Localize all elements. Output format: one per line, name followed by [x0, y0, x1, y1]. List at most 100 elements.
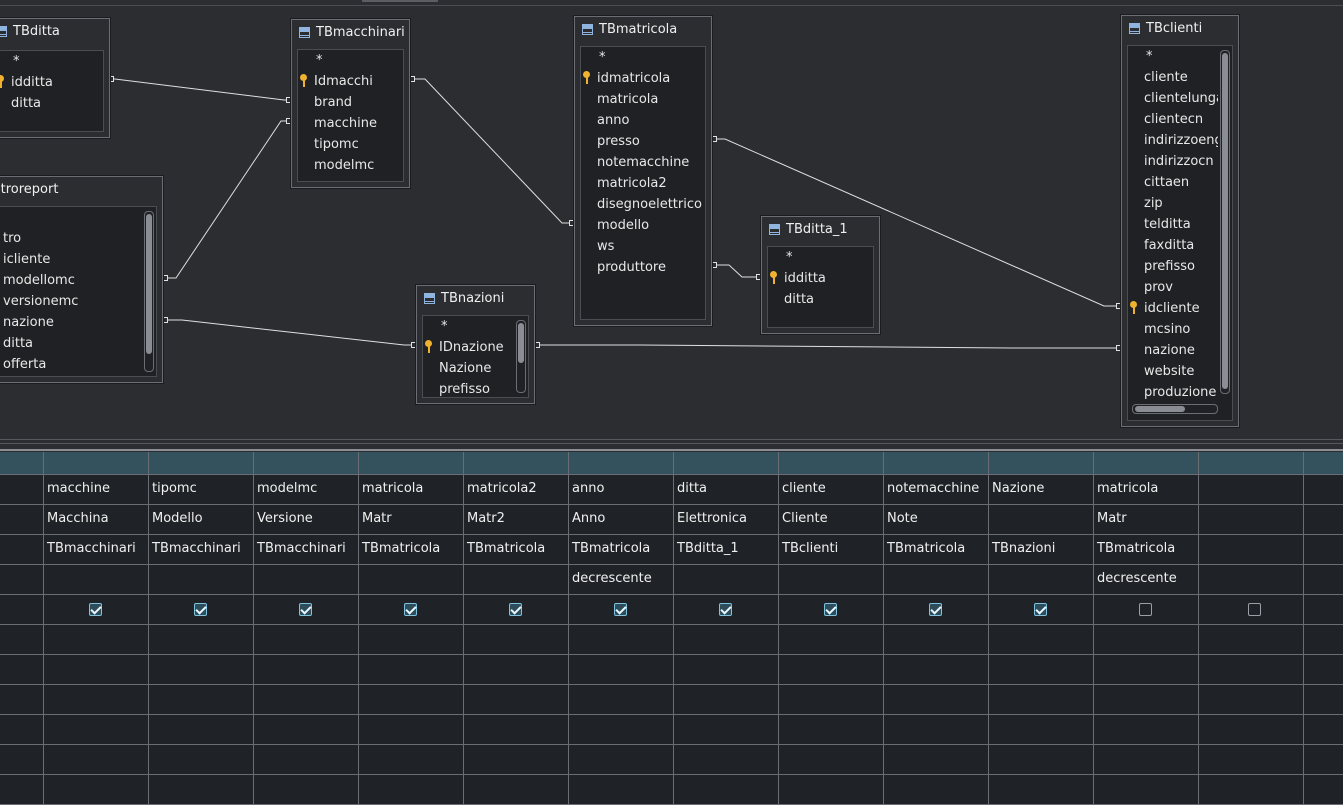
field-item[interactable]: prefisso	[1128, 256, 1218, 277]
grid-cell-table[interactable]: TBmatricola	[569, 534, 672, 564]
visible-checkbox[interactable]	[403, 603, 417, 616]
field-item[interactable]: prov	[1128, 277, 1218, 298]
table-header[interactable]: TBmacchinari	[292, 20, 409, 46]
table-header[interactable]: TBditta	[0, 19, 109, 45]
table-window-tbditta[interactable]: TBditta * idditta ditta	[0, 18, 110, 138]
field-item[interactable]: *	[768, 247, 873, 268]
field-item[interactable]: produzione	[1128, 382, 1218, 402]
field-item[interactable]: disegnoelettrico	[581, 194, 705, 215]
grid-cell-sort[interactable]	[359, 564, 462, 594]
grid-cell-table[interactable]: TBmacchinari	[254, 534, 357, 564]
visible-checkbox[interactable]	[508, 603, 522, 616]
field-item[interactable]: macchine	[298, 113, 403, 134]
grid-cell-field[interactable]: Nazione	[989, 474, 1092, 504]
grid-cell-field[interactable]: modelmc	[254, 474, 357, 504]
grid-cell-field[interactable]: matricola2	[464, 474, 567, 504]
field-item-key[interactable]: idditta	[768, 268, 873, 289]
grid-cell-field[interactable]: matricola	[1094, 474, 1197, 504]
field-list[interactable]: * IDnazione Nazione prefisso	[422, 315, 529, 398]
table-header[interactable]: TBclienti	[1122, 16, 1238, 42]
grid-cell-table[interactable]: TBditta_1	[674, 534, 777, 564]
grid-column-header-row[interactable]	[0, 452, 1343, 474]
field-item[interactable]: website	[1128, 361, 1218, 382]
field-list[interactable]: * idmatricola matricola anno presso note…	[580, 46, 706, 320]
field-item[interactable]: clientelunga	[1128, 88, 1218, 109]
table-window-filtroreport[interactable]: ltroreport tro icliente modellomc versio…	[0, 176, 163, 383]
field-item[interactable]: *	[581, 47, 705, 68]
grid-cell-alias[interactable]: Elettronica	[674, 504, 777, 534]
visible-checkbox[interactable]	[193, 603, 207, 616]
grid-cell-field[interactable]	[1199, 474, 1302, 504]
grid-cell-field[interactable]: ditta	[674, 474, 777, 504]
vertical-scrollbar[interactable]	[1220, 50, 1230, 394]
field-item[interactable]: tro	[0, 228, 142, 249]
visible-checkbox[interactable]	[298, 603, 312, 616]
grid-cell-alias[interactable]: Versione	[254, 504, 357, 534]
table-window-tbclienti[interactable]: TBclienti * cliente clientelunga cliente…	[1121, 15, 1239, 427]
grid-cell-sort[interactable]	[464, 564, 567, 594]
field-item[interactable]: faxditta	[1128, 235, 1218, 256]
field-item[interactable]: prefisso	[423, 379, 514, 397]
grid-cell-table[interactable]: TBmatricola	[884, 534, 987, 564]
grid-cell-table[interactable]: TBmatricola	[1094, 534, 1197, 564]
field-item[interactable]	[0, 207, 142, 228]
table-window-tbmatricola[interactable]: TBmatricola * idmatricola matricola anno…	[574, 16, 712, 326]
visible-checkbox[interactable]	[928, 603, 942, 616]
pane-splitter[interactable]	[0, 428, 1343, 452]
grid-cell-table[interactable]: TBmacchinari	[44, 534, 147, 564]
table-header[interactable]: TBmatricola	[575, 17, 711, 43]
grid-cell-table[interactable]	[1199, 534, 1302, 564]
field-item[interactable]: modellomc	[0, 270, 142, 291]
field-item[interactable]: indirizzocn	[1128, 151, 1218, 172]
field-item[interactable]: tipomc	[298, 134, 403, 155]
field-list[interactable]: tro icliente modellomc versionemc nazion…	[0, 206, 157, 377]
query-design-area[interactable]: TBditta * idditta ditta TBmacchinari * I…	[0, 0, 1343, 428]
field-item-key[interactable]: IDnazione	[423, 337, 514, 358]
grid-cell-alias[interactable]: Modello	[149, 504, 252, 534]
field-list[interactable]: * Idmacchi brand macchine tipomc modelmc	[297, 49, 404, 182]
field-item[interactable]: nazione	[0, 312, 142, 333]
visible-checkbox[interactable]	[88, 603, 102, 616]
grid-cell-alias[interactable]: Matr	[1094, 504, 1197, 534]
grid-cell-sort[interactable]: decrescente	[1094, 564, 1197, 594]
grid-cell-sort[interactable]	[989, 564, 1092, 594]
grid-cell-sort[interactable]	[254, 564, 357, 594]
table-window-tbnazioni[interactable]: TBnazioni * IDnazione Nazione prefisso	[416, 285, 535, 404]
horizontal-scrollbar[interactable]	[1132, 404, 1218, 414]
scrollbar-thumb[interactable]	[146, 214, 152, 354]
field-list[interactable]: * cliente clientelunga clientecn indiriz…	[1127, 45, 1233, 421]
grid-cell-alias[interactable]: Cliente	[779, 504, 882, 534]
field-list[interactable]: * idditta ditta	[0, 50, 104, 132]
vertical-scrollbar[interactable]	[516, 320, 526, 393]
vertical-scrollbar[interactable]	[144, 211, 154, 372]
field-item[interactable]: matricola	[581, 89, 705, 110]
field-item[interactable]: *	[1128, 46, 1218, 67]
grid-cell-alias[interactable]: Macchina	[44, 504, 147, 534]
table-window-tbmacchinari[interactable]: TBmacchinari * Idmacchi brand macchine t…	[291, 19, 410, 188]
field-item[interactable]: cliente	[1128, 67, 1218, 88]
grid-cell-alias[interactable]: Matr	[359, 504, 462, 534]
grid-cell-field[interactable]: anno	[569, 474, 672, 504]
field-item[interactable]: versionemc	[0, 291, 142, 312]
query-criteria-grid[interactable]: macchine Macchina TBmacchinari tipomc Modell…	[0, 452, 1343, 805]
field-item[interactable]: clientecn	[1128, 109, 1218, 130]
field-item[interactable]: mcsino	[1128, 319, 1218, 340]
field-item[interactable]: nazione	[1128, 340, 1218, 361]
grid-cell-sort[interactable]	[884, 564, 987, 594]
field-item[interactable]: icliente	[0, 249, 142, 270]
field-item[interactable]: indirizzoeng	[1128, 130, 1218, 151]
visible-checkbox[interactable]	[1247, 603, 1261, 616]
field-item[interactable]: *	[423, 316, 514, 337]
grid-cell-sort[interactable]: decrescente	[569, 564, 672, 594]
grid-cell-field[interactable]: tipomc	[149, 474, 252, 504]
visible-checkbox[interactable]	[823, 603, 837, 616]
field-item[interactable]: ditta	[0, 333, 142, 354]
scrollbar-thumb[interactable]	[518, 323, 524, 363]
field-item[interactable]: modelmc	[298, 155, 403, 176]
grid-cell-table[interactable]: TBclienti	[779, 534, 882, 564]
field-item[interactable]: cittaen	[1128, 172, 1218, 193]
field-item[interactable]: anno	[581, 110, 705, 131]
field-item[interactable]: telditta	[1128, 214, 1218, 235]
grid-cell-sort[interactable]	[44, 564, 147, 594]
field-list[interactable]: * idditta ditta	[767, 246, 874, 328]
